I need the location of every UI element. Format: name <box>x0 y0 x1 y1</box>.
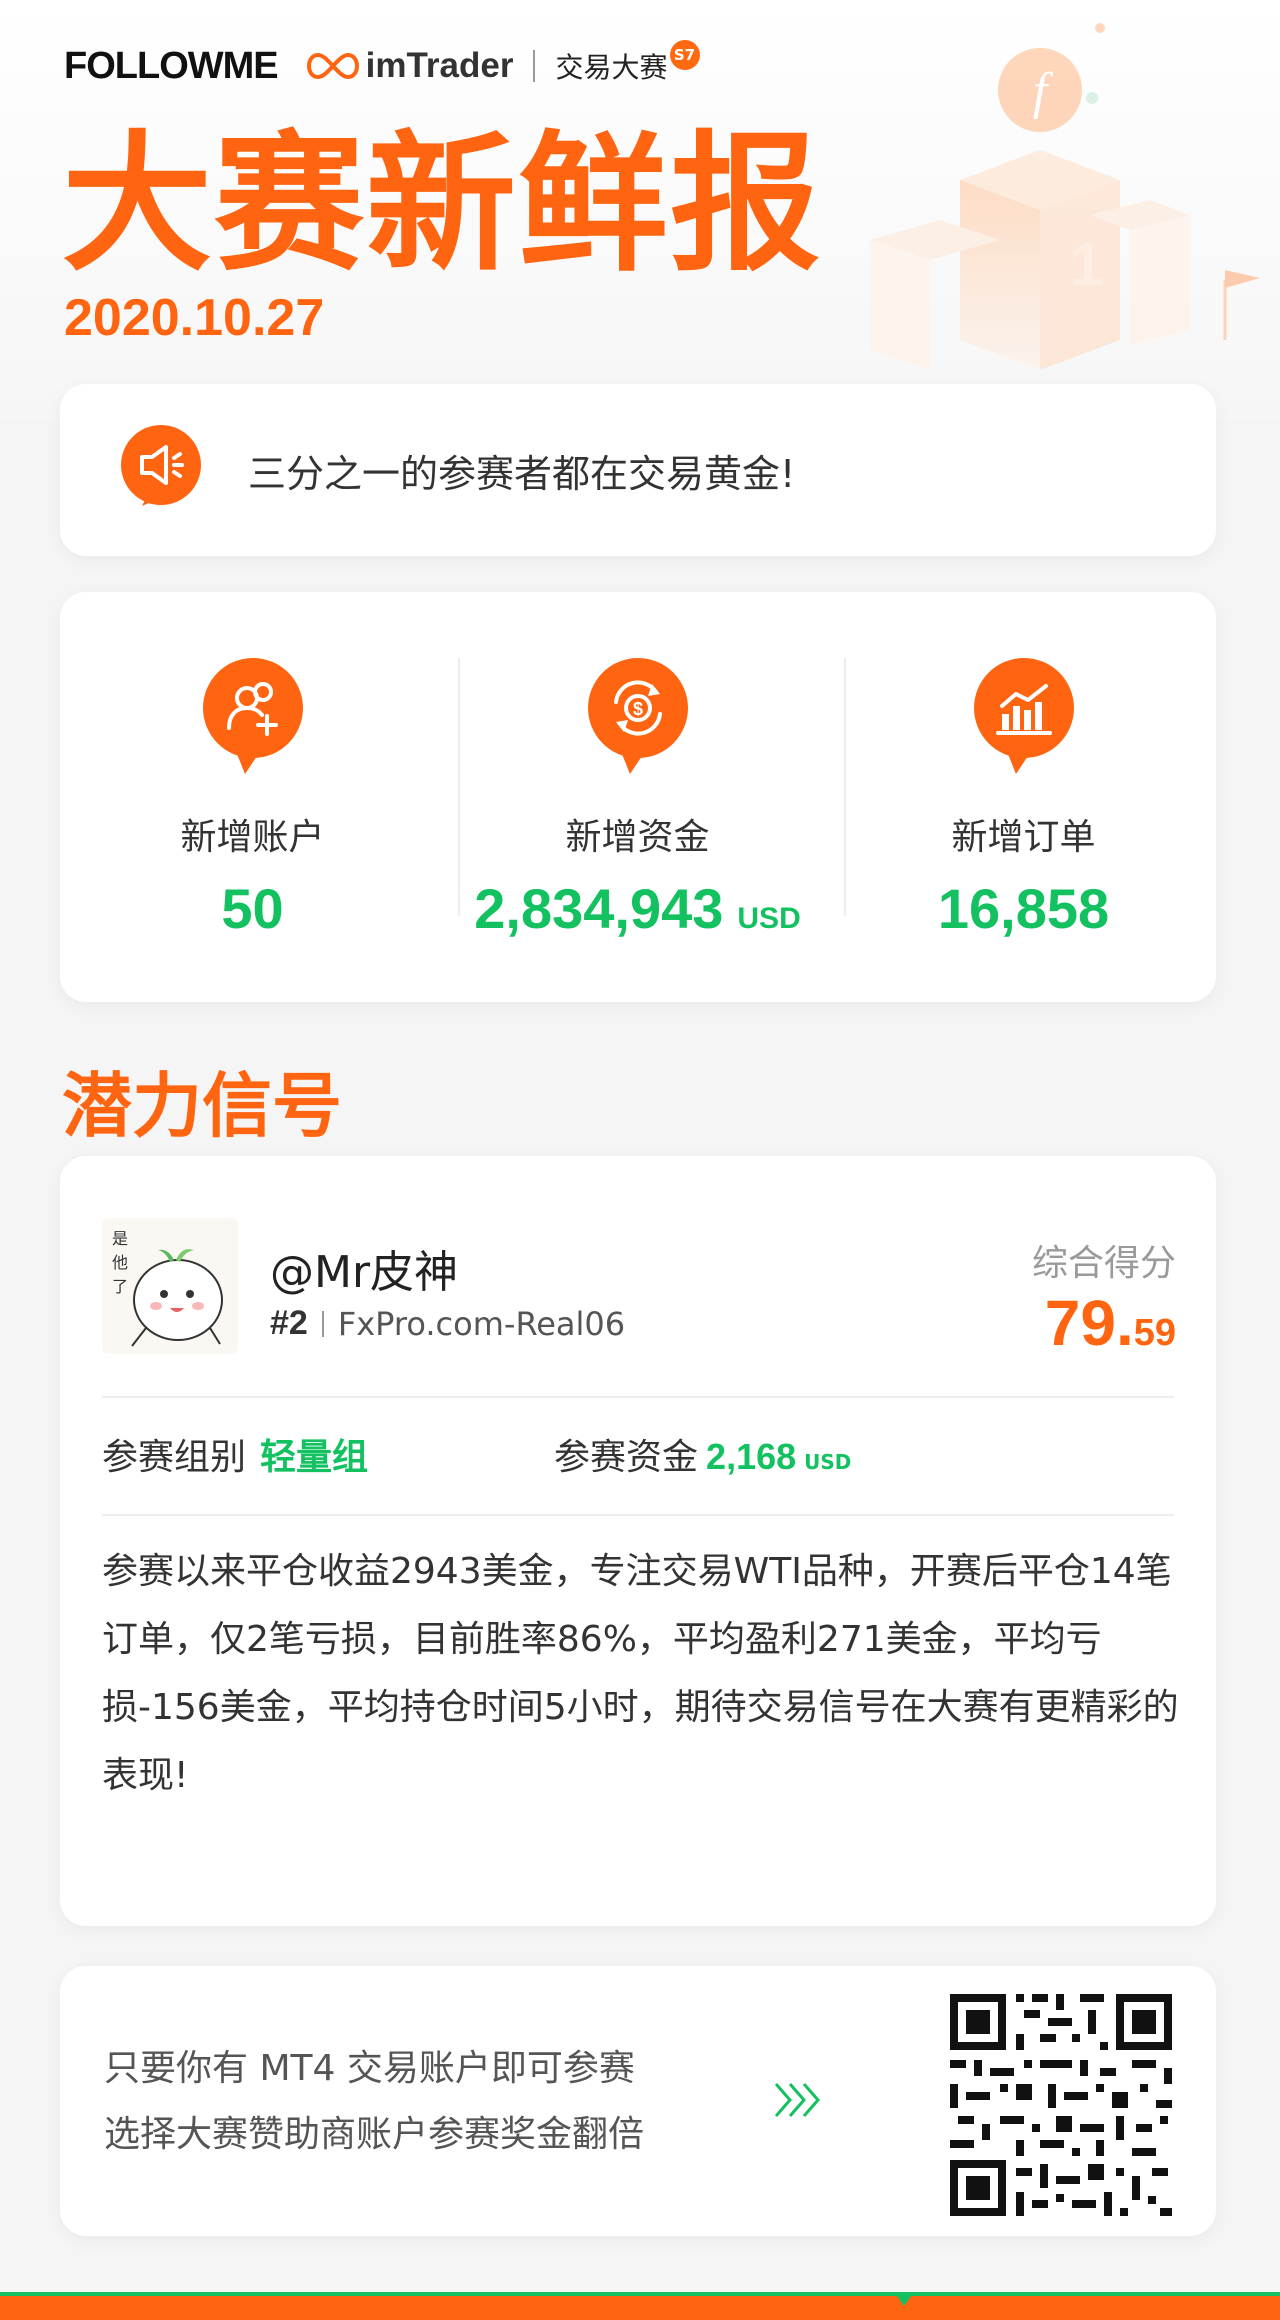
svg-text:了: 了 <box>112 1277 128 1296</box>
stat-unit: USD <box>737 902 801 935</box>
section-title: 潜力信号 <box>62 1065 342 1147</box>
stat-new-accounts: 新增账户 50 <box>60 592 445 1002</box>
svg-text:$: $ <box>632 699 642 719</box>
rank-separator <box>321 1310 324 1337</box>
infinity-logo-icon <box>306 52 359 80</box>
logo-separator <box>533 50 536 82</box>
score-integer: 79. <box>1044 1287 1134 1359</box>
event-name: 交易大赛 <box>555 51 668 84</box>
divider <box>102 1396 1174 1398</box>
avatar[interactable]: 是 他 了 <box>102 1218 238 1354</box>
imtrader-logo: imTrader <box>365 46 514 85</box>
qr-code[interactable] <box>940 1984 1182 2226</box>
svg-text:是: 是 <box>112 1229 128 1248</box>
signal-description: 参赛以来平仓收益2943美金，专注交易WTI品种，开赛后平仓14笔订单，仅2笔亏… <box>102 1551 1179 1796</box>
svg-text:1: 1 <box>1070 231 1103 298</box>
followme-logo: FOLLOWME <box>64 44 279 87</box>
stat-new-orders: 新增订单 16,858 <box>831 592 1216 1002</box>
logo-bar: FOLLOWME imTrader 交易大赛 S7 <box>64 40 700 92</box>
podium-illustration: f 1 <box>870 23 1260 370</box>
stat-value: 2,834,943 USD <box>474 877 801 940</box>
group-value: 轻量组 <box>260 1437 369 1478</box>
footer-notch-icon <box>894 2292 914 2306</box>
season-badge: S7 <box>669 40 700 70</box>
speaker-icon <box>121 425 201 506</box>
divider <box>102 1514 1174 1516</box>
cta-line-2: 选择大赛赞助商账户参赛奖金翻倍 <box>104 2114 645 2155</box>
signal-account: FxPro.com-Real06 <box>337 1304 626 1343</box>
signal-name[interactable]: @Mr皮神 <box>270 1236 458 1300</box>
score-label: 综合得分 <box>1031 1243 1176 1284</box>
add-user-icon <box>202 658 303 774</box>
signal-meta-row: 参赛组别 轻量组 参赛资金 2,168 USD <box>102 1428 1174 1480</box>
stat-new-funds: $ 新增资金 2,834,943 USD <box>445 592 830 1002</box>
stat-value: 50 <box>221 877 284 940</box>
stat-label: 新增账户 <box>180 817 325 858</box>
signal-rank-row: #2 FxPro.com-Real06 <box>270 1304 625 1343</box>
capital-unit: USD <box>804 1450 852 1474</box>
svg-text:他: 他 <box>112 1253 128 1272</box>
capital-value: 2,168 <box>706 1436 797 1477</box>
notice-text: 三分之一的参赛者都在交易黄金! <box>248 451 796 496</box>
stat-label: 新增订单 <box>951 817 1096 858</box>
group-label: 参赛组别 <box>102 1437 247 1478</box>
chevrons-right-icon <box>774 2083 820 2117</box>
bar-chart-icon <box>973 658 1074 774</box>
stat-label: 新增资金 <box>565 817 710 858</box>
stat-value: 16,858 <box>937 877 1110 940</box>
page-title: 大赛新鲜报 <box>62 118 823 292</box>
money-cycle-icon: $ <box>587 658 688 774</box>
footer-bar <box>0 2296 1280 2320</box>
score-value: 79. 59 <box>1045 1286 1176 1360</box>
cta-text: 只要你有 MT4 交易账户即可参赛 选择大赛赞助商账户参赛奖金翻倍 <box>104 2036 644 2168</box>
notice-card: 三分之一的参赛者都在交易黄金! <box>60 384 1216 556</box>
cta-card[interactable]: 只要你有 MT4 交易账户即可参赛 选择大赛赞助商账户参赛奖金翻倍 <box>60 1966 1216 2236</box>
score-decimal: 59 <box>1133 1312 1176 1354</box>
stats-card: 新增账户 50 $ 新增资金 2,834,943 USD 新增订单 16,858 <box>60 592 1216 1002</box>
signal-rank: #2 <box>270 1304 308 1342</box>
signal-card[interactable]: 是 他 了 @Mr皮神 #2 FxPro.com-Real06 综合得分 79.… <box>60 1156 1216 1926</box>
cta-line-1: 只要你有 MT4 交易账户即可参赛 <box>104 2048 635 2089</box>
capital-label: 参赛资金 <box>554 1437 699 1478</box>
report-date: 2020.10.27 <box>64 289 325 347</box>
